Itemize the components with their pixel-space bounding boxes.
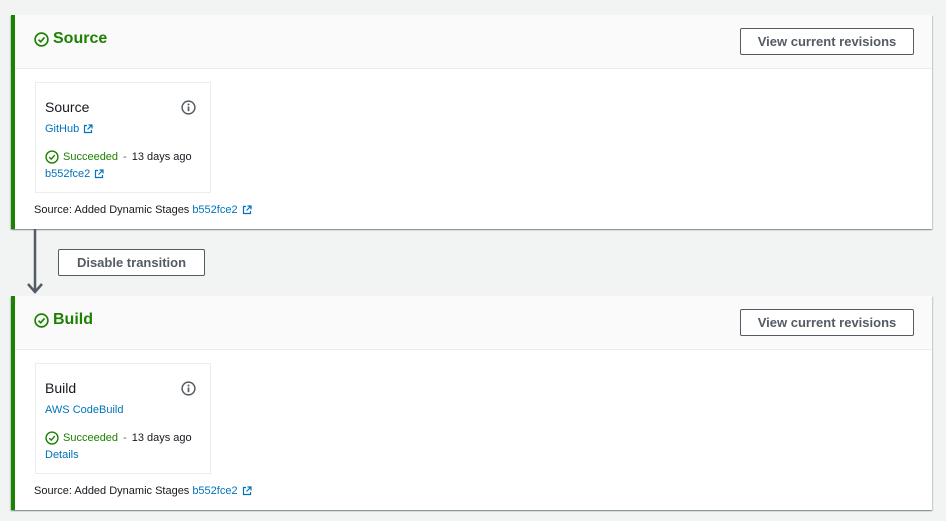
- stage-header: Source View current revisions: [15, 15, 932, 69]
- stage-title-text: Source: [53, 30, 108, 47]
- check-circle-icon: [34, 312, 49, 328]
- commit-link[interactable]: b552fce2: [45, 168, 104, 180]
- provider-link-text: AWS CodeBuild: [45, 404, 124, 416]
- info-icon[interactable]: [181, 100, 196, 115]
- action-name: Source: [45, 99, 90, 115]
- build-stage: Build View current revisions Build AWS C…: [11, 296, 932, 510]
- check-circle-icon: [34, 31, 49, 47]
- arrow-down-icon: [27, 229, 43, 294]
- external-link-icon: [95, 169, 104, 179]
- footer-commit-id: b552fce2: [192, 485, 238, 497]
- external-link-icon: [242, 205, 252, 215]
- stage-header: Build View current revisions: [15, 296, 932, 350]
- stage-title: Source: [34, 30, 107, 48]
- time-ago: 13 days ago: [131, 432, 192, 444]
- external-link-icon: [242, 486, 252, 496]
- success-icon: [45, 150, 59, 164]
- stage-footer: Source: Added Dynamic Stages b552fce2: [34, 485, 252, 497]
- stage-title: Build: [34, 311, 93, 329]
- footer-label: Source: Added Dynamic Stages: [34, 485, 190, 497]
- action-status: Succeeded - 13 days ago: [45, 431, 192, 445]
- action-status: Succeeded - 13 days ago: [45, 150, 192, 164]
- footer-commit-id: b552fce2: [192, 204, 238, 216]
- footer-label: Source: Added Dynamic Stages: [34, 204, 190, 216]
- time-ago: 13 days ago: [131, 151, 192, 163]
- details-link-text: Details: [45, 449, 79, 461]
- action-name: Build: [45, 380, 77, 396]
- separator: -: [123, 432, 127, 444]
- action-card: Build AWS CodeBuild Succeeded - 13 days …: [35, 363, 211, 474]
- view-current-revisions-button[interactable]: View current revisions: [740, 309, 914, 336]
- provider-link-text: GitHub: [45, 123, 80, 135]
- action-card: Source GitHub Succeeded - 13 days ago b5…: [35, 82, 211, 193]
- status-text: Succeeded: [63, 151, 119, 163]
- commit-id: b552fce2: [45, 168, 91, 180]
- footer-commit-link[interactable]: b552fce2: [192, 204, 252, 216]
- footer-commit-link[interactable]: b552fce2: [192, 485, 252, 497]
- external-link-icon: [84, 124, 93, 134]
- separator: -: [123, 151, 127, 163]
- info-icon[interactable]: [181, 381, 196, 396]
- details-link[interactable]: Details: [45, 449, 79, 461]
- provider-link[interactable]: GitHub: [45, 123, 93, 135]
- success-icon: [45, 431, 59, 445]
- disable-transition-button[interactable]: Disable transition: [58, 249, 205, 276]
- status-text: Succeeded: [63, 432, 119, 444]
- provider-link[interactable]: AWS CodeBuild: [45, 404, 123, 416]
- source-stage: Source View current revisions Source Git…: [11, 15, 932, 229]
- view-current-revisions-button[interactable]: View current revisions: [740, 28, 914, 55]
- stage-title-text: Build: [53, 311, 93, 328]
- stage-footer: Source: Added Dynamic Stages b552fce2: [34, 204, 252, 216]
